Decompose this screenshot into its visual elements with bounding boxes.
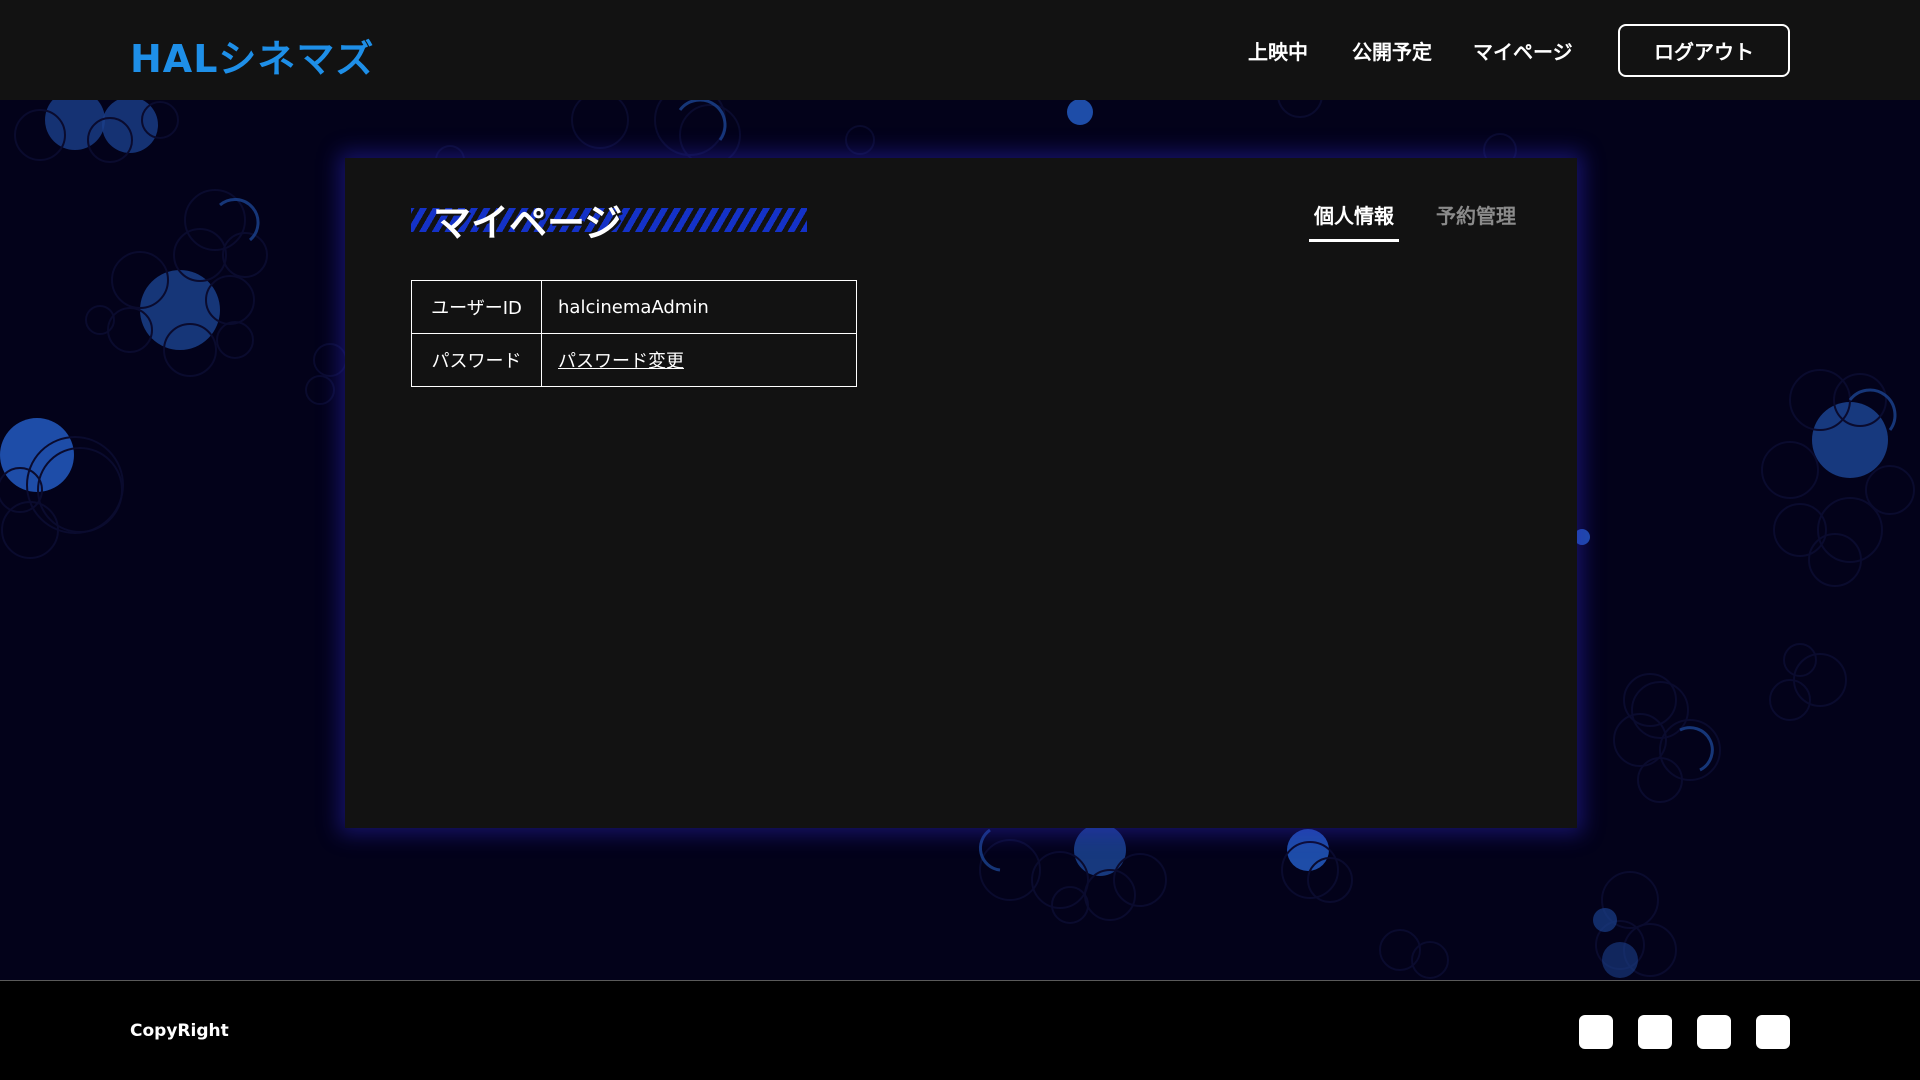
table-row: ユーザーID halcinemaAdmin xyxy=(411,280,857,334)
social-icon-3[interactable] xyxy=(1697,1015,1731,1049)
social-icon-1[interactable] xyxy=(1579,1015,1613,1049)
password-label: パスワード xyxy=(411,333,542,387)
nav-link-now-showing[interactable]: 上映中 xyxy=(1248,36,1308,65)
password-cell: パスワード変更 xyxy=(541,333,857,387)
nav-link-mypage[interactable]: マイページ xyxy=(1473,36,1573,65)
user-info-table: ユーザーID halcinemaAdmin パスワード パスワード変更 xyxy=(411,280,857,387)
social-icon-2[interactable] xyxy=(1638,1015,1672,1049)
tab-personal-info[interactable]: 個人情報 xyxy=(1309,200,1399,242)
user-id-value: halcinemaAdmin xyxy=(541,280,857,334)
page-title-block: マイページ xyxy=(411,194,807,245)
social-icon-4[interactable] xyxy=(1756,1015,1790,1049)
page-title: マイページ xyxy=(433,201,623,245)
tab-reservations[interactable]: 予約管理 xyxy=(1436,200,1516,239)
site-footer: CopyRight xyxy=(0,980,1920,1080)
logout-button[interactable]: ログアウト xyxy=(1618,24,1790,77)
site-header: HALシネマズ 上映中 公開予定 マイページ ログアウト xyxy=(0,0,1920,100)
table-row: パスワード パスワード変更 xyxy=(411,333,857,387)
copyright-text: CopyRight xyxy=(130,1021,229,1041)
user-id-label: ユーザーID xyxy=(411,280,542,334)
mypage-panel: マイページ 個人情報 予約管理 ユーザーID halcinemaAdmin パス… xyxy=(345,158,1577,828)
site-logo[interactable]: HALシネマズ xyxy=(130,28,374,83)
nav-link-coming-soon[interactable]: 公開予定 xyxy=(1352,36,1432,65)
change-password-link[interactable]: パスワード変更 xyxy=(558,351,684,372)
